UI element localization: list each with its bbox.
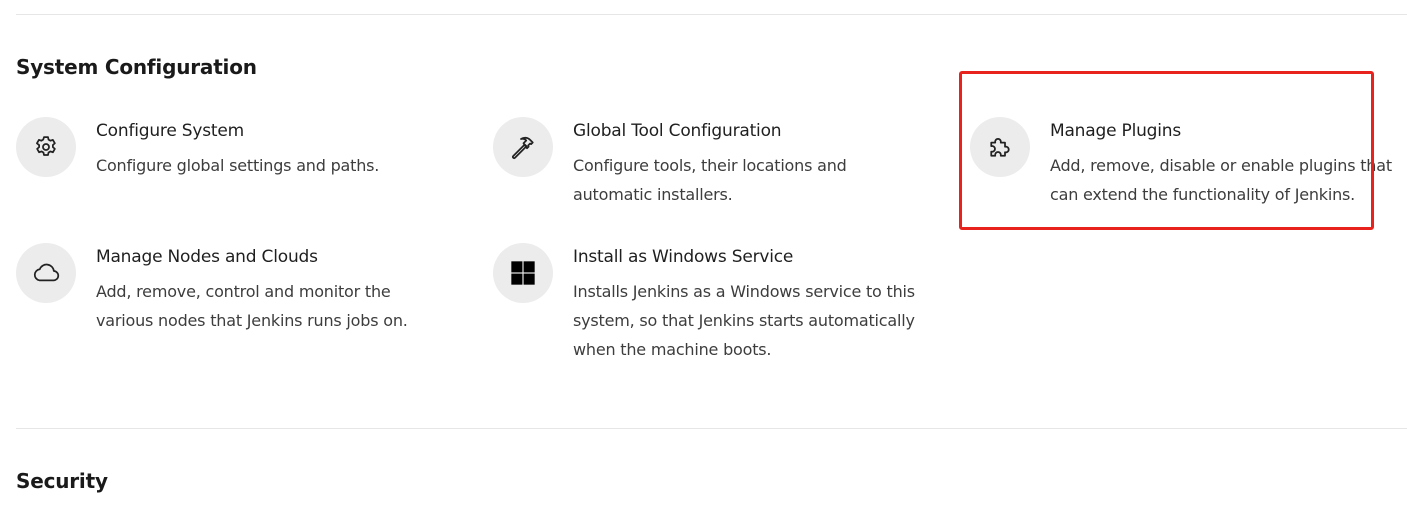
install-as-windows-service-title: Install as Windows Service [573, 247, 794, 267]
manage-plugins-title: Manage Plugins [1050, 121, 1182, 141]
global-tool-configuration-title: Global Tool Configuration [573, 121, 782, 141]
manage-plugins-link[interactable]: Manage Plugins Add, remove, disable or e… [970, 117, 1400, 217]
section-title-system-configuration: System Configuration [16, 55, 257, 79]
puzzle-icon [970, 117, 1030, 177]
configure-system-description: Configure global settings and paths. [96, 156, 380, 175]
section-divider [16, 428, 1407, 429]
section-title-security: Security [16, 469, 108, 493]
gear-icon [16, 117, 76, 177]
install-as-windows-service-description: Installs Jenkins as a Windows service to… [573, 282, 915, 359]
global-tool-configuration-link[interactable]: Global Tool Configuration Configure tool… [493, 117, 933, 217]
manage-nodes-and-clouds-description: Add, remove, control and monitor the var… [96, 282, 408, 330]
manage-nodes-and-clouds-title: Manage Nodes and Clouds [96, 247, 318, 267]
manage-jenkins-page: System Configuration Configure System Co… [0, 0, 1407, 530]
install-as-windows-service-link[interactable]: Install as Windows Service Installs Jenk… [493, 243, 933, 373]
manage-plugins-description: Add, remove, disable or enable plugins t… [1050, 156, 1392, 204]
configure-system-title: Configure System [96, 121, 244, 141]
manage-nodes-and-clouds-link[interactable]: Manage Nodes and Clouds Add, remove, con… [16, 243, 456, 343]
cloud-icon [16, 243, 76, 303]
hammer-icon [493, 117, 553, 177]
global-tool-configuration-description: Configure tools, their locations and aut… [573, 156, 847, 204]
top-divider [16, 14, 1407, 15]
configure-system-link[interactable]: Configure System Configure global settin… [16, 117, 456, 217]
windows-icon [493, 243, 553, 303]
